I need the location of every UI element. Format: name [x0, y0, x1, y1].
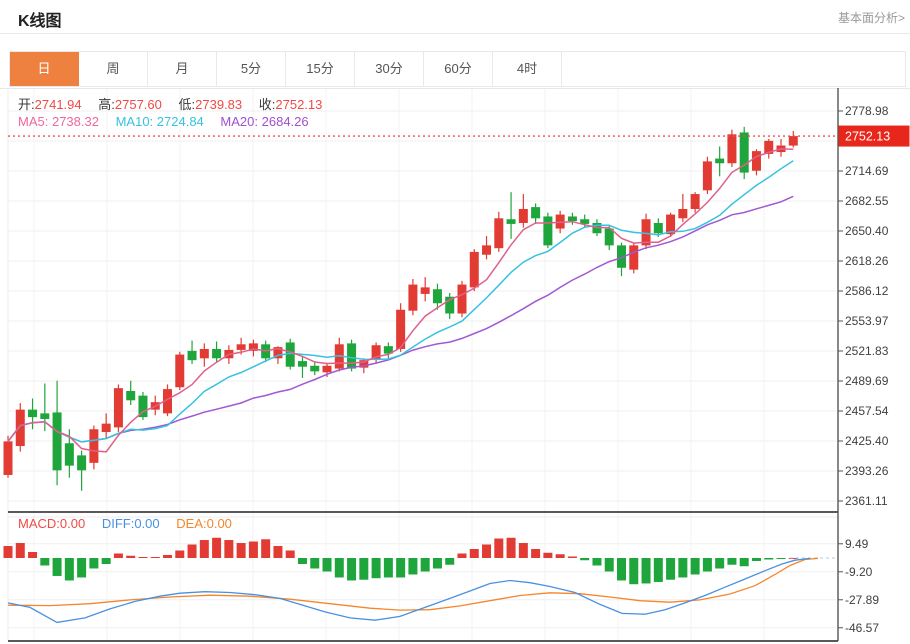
svg-text:2489.69: 2489.69	[845, 374, 889, 388]
svg-text:2361.11: 2361.11	[845, 494, 888, 508]
current-price-badge: 2752.13	[839, 126, 910, 147]
svg-text:-46.57: -46.57	[845, 621, 879, 635]
title-divider	[0, 33, 910, 34]
tab-15min[interactable]: 15分	[286, 52, 355, 86]
svg-text:-27.89: -27.89	[845, 593, 879, 607]
svg-text:2682.55: 2682.55	[845, 194, 889, 208]
tab-month[interactable]: 月	[148, 52, 217, 86]
tab-4hour[interactable]: 4时	[493, 52, 562, 86]
svg-text:9.49: 9.49	[845, 537, 869, 551]
svg-text:2778.98: 2778.98	[845, 104, 889, 118]
tab-week[interactable]: 周	[79, 52, 148, 86]
svg-text:-9.20: -9.20	[845, 565, 873, 579]
timeframe-tabs: 日周月5分15分30分60分4时	[9, 51, 906, 87]
grid-lines	[0, 88, 910, 641]
svg-text:2425.40: 2425.40	[845, 434, 889, 448]
title-bar: K线图 基本面分析>	[0, 0, 910, 33]
tab-strip-filler	[562, 52, 905, 86]
price-axis-labels: 2778.98 2714.69 2682.55 2650.40 2618.26 2586.…	[838, 104, 889, 635]
macd-histogram	[4, 538, 798, 584]
kline-widget: K线图 基本面分析> 日周月5分15分30分60分4时 2778.98 2714.…	[0, 0, 910, 644]
tab-60min[interactable]: 60分	[424, 52, 493, 86]
svg-text:2586.12: 2586.12	[845, 284, 889, 298]
ma10-line	[8, 161, 793, 442]
candles	[4, 127, 798, 491]
svg-text:2714.69: 2714.69	[845, 164, 889, 178]
svg-text:2650.40: 2650.40	[845, 224, 889, 238]
tab-day[interactable]: 日	[10, 52, 79, 86]
svg-text:2752.13: 2752.13	[845, 130, 890, 144]
tab-5min[interactable]: 5分	[217, 52, 286, 86]
ma5-line	[8, 149, 793, 452]
page-title: K线图	[18, 7, 62, 31]
kline-chart-canvas[interactable]: 2778.98 2714.69 2682.55 2650.40 2618.26 2586.…	[0, 88, 910, 644]
tab-30min[interactable]: 30分	[355, 52, 424, 86]
svg-text:2457.54: 2457.54	[845, 404, 889, 418]
svg-text:2553.97: 2553.97	[845, 314, 889, 328]
svg-text:2521.83: 2521.83	[845, 344, 889, 358]
svg-text:2393.26: 2393.26	[845, 464, 889, 478]
svg-text:2618.26: 2618.26	[845, 254, 889, 268]
fundamental-analysis-link[interactable]: 基本面分析>	[838, 9, 905, 26]
